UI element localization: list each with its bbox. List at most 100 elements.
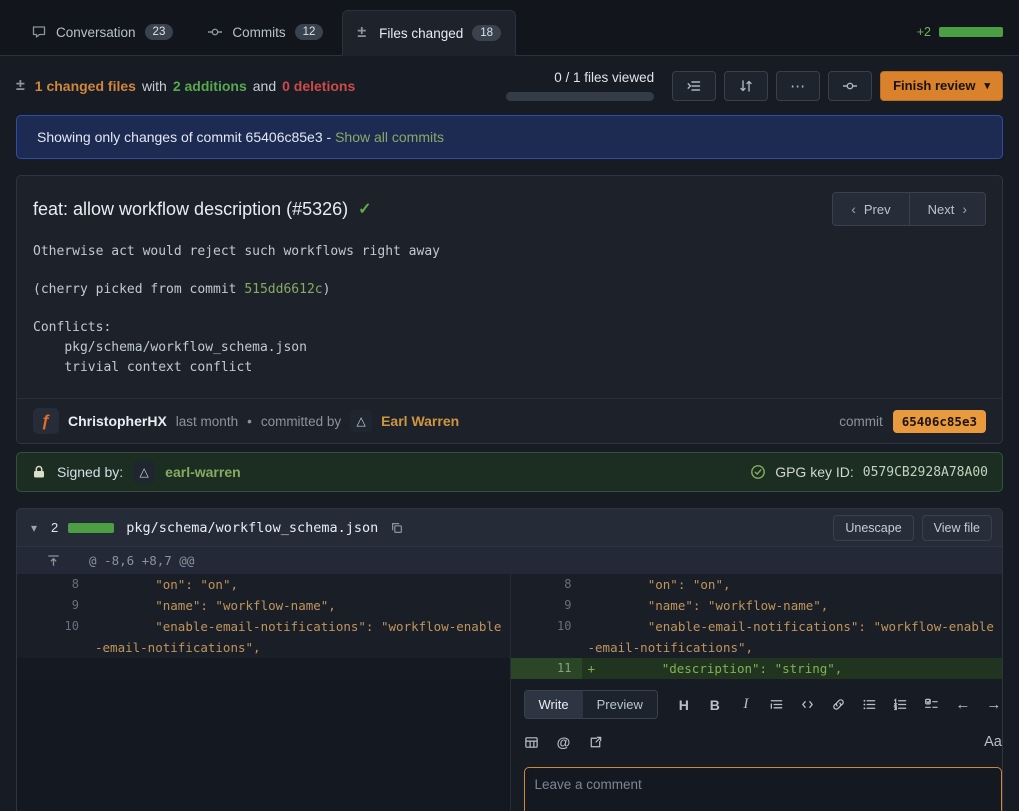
addition-sign: +	[588, 658, 602, 679]
old-line-number-empty	[17, 658, 89, 679]
caret-down-icon: ▾	[984, 79, 990, 92]
font-size-icon[interactable]: Aa	[984, 734, 1002, 750]
commit-author-row: ƒ ChristopherHX last month • committed b…	[17, 398, 1002, 443]
signer-avatar[interactable]: △	[133, 461, 155, 483]
mention-icon[interactable]: @	[556, 734, 572, 750]
old-code-line: "enable-email-notifications": "workflow-…	[89, 616, 510, 658]
cherry-prefix: (cherry picked from commit	[33, 282, 244, 297]
commit-message-line: Otherwise act would reject such workflow…	[33, 242, 986, 262]
tab-conversation-label: Conversation	[56, 25, 136, 40]
commit-header: feat: allow workflow description (#5326)…	[17, 176, 1002, 236]
chevron-right-icon: ›	[962, 201, 967, 217]
link-icon[interactable]	[831, 697, 847, 712]
tab-commits[interactable]: Commits 12	[192, 9, 338, 55]
preview-tab[interactable]: Preview	[583, 691, 657, 718]
expand-hunk-icon[interactable]	[17, 553, 89, 568]
unordered-list-icon[interactable]	[862, 697, 878, 712]
reference-icon[interactable]	[588, 735, 604, 750]
tab-conversation[interactable]: Conversation 23	[16, 9, 188, 55]
verified-icon	[750, 464, 766, 480]
comment-editor-toolbar: Write Preview H B I	[524, 690, 1002, 719]
cherry-commit-link[interactable]: 515dd6612c	[244, 282, 322, 297]
commit-nav: ‹ Prev Next ›	[832, 192, 986, 226]
collapse-file-icon[interactable]: ▾	[27, 521, 41, 535]
gpg-key-value: 0579CB2928A78A00	[863, 465, 988, 480]
ordered-list-icon[interactable]	[893, 697, 909, 712]
next-commit-button[interactable]: Next ›	[910, 192, 986, 226]
options-button[interactable]: ⋯	[776, 71, 820, 101]
arrow-right-icon[interactable]: →	[986, 696, 1002, 713]
commit-hash-badge[interactable]: 65406c85e3	[893, 410, 986, 433]
show-all-commits-link[interactable]: Show all commits	[335, 129, 444, 145]
new-line-number[interactable]: 10	[510, 616, 582, 658]
commit-title: feat: allow workflow description (#5326)	[33, 199, 348, 220]
conversation-count-badge: 23	[145, 24, 174, 41]
bold-icon[interactable]: B	[707, 697, 723, 713]
files-viewed-label: 0 / 1 files viewed	[554, 70, 654, 85]
files-changed-count-badge: 18	[472, 25, 501, 42]
view-file-button[interactable]: View file	[922, 515, 992, 541]
old-line-number[interactable]: 8	[17, 574, 89, 595]
old-code-line: "on": "on",	[89, 574, 510, 595]
commit-filter-banner: Showing only changes of commit 65406c85e…	[16, 115, 1003, 159]
inline-comment-form: Write Preview H B I	[510, 679, 1004, 811]
file-tree-button[interactable]	[672, 71, 716, 101]
git-commit-icon	[207, 24, 223, 40]
hunk-header-text: @ -8,6 +8,7 @@	[89, 553, 194, 568]
file-name-link[interactable]: pkg/schema/workflow_schema.json	[126, 520, 378, 536]
diff-row: 10 "enable-email-notifications": "workfl…	[17, 616, 1002, 658]
finish-review-button[interactable]: Finish review ▾	[880, 71, 1003, 101]
commit-select-button[interactable]	[828, 71, 872, 101]
banner-text: Showing only changes of commit 65406c85e…	[37, 129, 331, 145]
write-tab[interactable]: Write	[525, 691, 583, 718]
with-text: with	[142, 78, 167, 94]
finish-review-label: Finish review	[893, 78, 975, 93]
comment-textarea[interactable]	[524, 767, 1002, 811]
copy-icon[interactable]	[390, 521, 404, 535]
new-line-number[interactable]: 11	[510, 658, 582, 679]
old-line-number[interactable]: 9	[17, 595, 89, 616]
diff-row: 8 "on": "on", 8 "on": "on",	[17, 574, 1002, 595]
chat-bubble-icon	[31, 24, 47, 40]
heading-icon[interactable]: H	[676, 697, 692, 713]
gpg-key-block: GPG key ID: 0579CB2928A78A00	[750, 464, 988, 480]
old-code-empty	[89, 658, 510, 679]
diff-icon: ±	[357, 24, 366, 42]
table-icon[interactable]	[524, 735, 540, 750]
author-avatar[interactable]: ƒ	[33, 408, 59, 434]
task-list-icon[interactable]	[924, 697, 940, 712]
diff-icon: ±	[16, 77, 25, 95]
code-icon[interactable]	[800, 697, 816, 712]
old-line-number[interactable]: 10	[17, 616, 89, 658]
author-name-link[interactable]: ChristopherHX	[68, 413, 167, 429]
deletions-text: 0 deletions	[282, 78, 355, 94]
lock-icon	[31, 464, 47, 480]
chevron-left-icon: ‹	[851, 201, 856, 217]
pr-tab-bar: Conversation 23 Commits 12 ± Files chang…	[0, 0, 1019, 56]
tab-files-changed[interactable]: ± Files changed 18	[342, 10, 516, 56]
new-code-line: "name": "workflow-name",	[582, 595, 1003, 616]
commit-message-body: Otherwise act would reject such workflow…	[17, 236, 1002, 398]
new-line-number[interactable]: 9	[510, 595, 582, 616]
new-line-number[interactable]: 8	[510, 574, 582, 595]
committed-by-text: committed by	[261, 414, 341, 429]
changed-files-link[interactable]: 1 changed files	[35, 78, 136, 94]
arrow-left-icon[interactable]: ←	[955, 696, 971, 713]
committer-name-link[interactable]: Earl Warren	[381, 413, 459, 429]
files-viewed-block: 0 / 1 files viewed	[506, 70, 654, 101]
change-summary: ± 1 changed files with 2 additions and 0…	[16, 77, 355, 95]
commits-count-badge: 12	[295, 24, 324, 41]
italic-icon[interactable]: I	[738, 696, 754, 713]
diff-row: 9 "name": "workflow-name", 9 "name": "wo…	[17, 595, 1002, 616]
hunk-header-row: @ -8,6 +8,7 @@	[17, 547, 1002, 574]
unescape-button[interactable]: Unescape	[833, 515, 913, 541]
gpg-key-label: GPG key ID:	[775, 464, 854, 480]
files-changed-toolbar: ± 1 changed files with 2 additions and 0…	[0, 56, 1019, 111]
cherry-suffix: )	[323, 282, 331, 297]
prev-commit-button[interactable]: ‹ Prev	[832, 192, 909, 226]
signer-link[interactable]: earl-warren	[165, 464, 240, 480]
diff-mode-button[interactable]	[724, 71, 768, 101]
diff-row-added: 11 + "description": "string",	[17, 658, 1002, 679]
blockquote-icon[interactable]	[769, 697, 785, 712]
committer-avatar[interactable]: △	[350, 410, 372, 432]
